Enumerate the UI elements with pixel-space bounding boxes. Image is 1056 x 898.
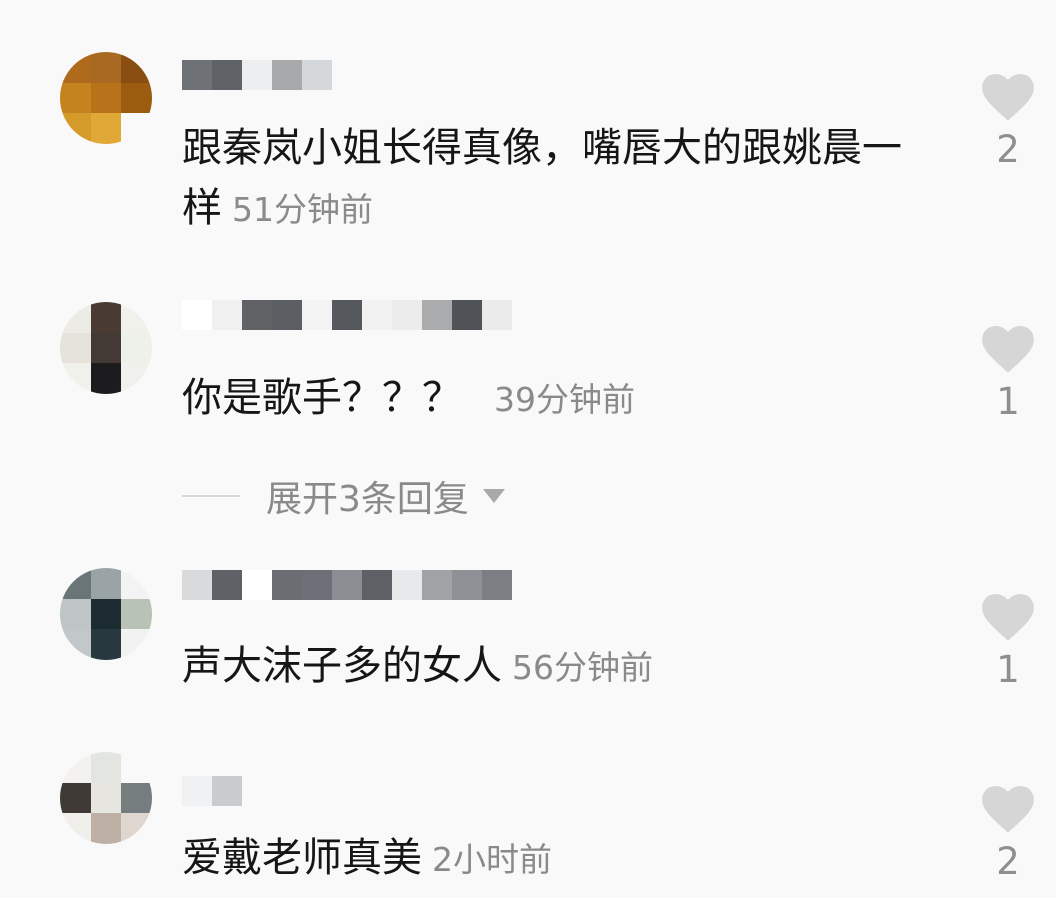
pixel-block [212, 60, 242, 90]
pixel-block [90, 752, 122, 783]
like-count: 2 [996, 840, 1020, 883]
pixel-block [90, 568, 122, 599]
pixel-block [422, 300, 452, 330]
pixel-block [482, 570, 512, 600]
comment-time: 39分钟前 [494, 380, 635, 419]
comment-text: 爱戴老师真美 2小时前 [182, 828, 932, 890]
pixel-block [90, 813, 122, 844]
pixel-block [452, 570, 482, 600]
pixel-block [90, 598, 122, 630]
pixel-block [212, 776, 242, 806]
divider-line [182, 495, 240, 497]
pixel-block [272, 60, 302, 90]
pixel-block [182, 776, 212, 806]
heart-icon[interactable] [981, 72, 1035, 122]
avatar[interactable] [60, 568, 152, 660]
pixel-block [121, 752, 152, 783]
pixel-block [362, 570, 392, 600]
comment-body: 声大沫子多的女人 [182, 643, 502, 689]
pixel-block [212, 570, 242, 600]
caret-down-icon [482, 489, 505, 503]
pixel-block [422, 570, 452, 600]
pixel-block [121, 332, 152, 364]
comment-time: 51分钟前 [232, 190, 373, 229]
heart-icon[interactable] [981, 784, 1035, 834]
pixel-block [272, 570, 302, 600]
pixel-block [121, 82, 152, 114]
pixel-block [90, 82, 122, 114]
avatar[interactable] [60, 752, 152, 844]
expand-replies-button[interactable]: 展开3条回复 [182, 470, 505, 522]
like-count: 1 [996, 380, 1020, 423]
pixel-block [242, 300, 272, 330]
pixel-block [60, 332, 91, 364]
pixel-block [121, 629, 152, 660]
pixel-block [182, 300, 212, 330]
pixel-block [60, 813, 91, 844]
like-button[interactable]: 2 [978, 72, 1038, 171]
pixel-block [121, 598, 152, 630]
pixel-block [121, 813, 152, 844]
comment-body: 你是歌手？？？ [182, 375, 462, 421]
username-pixelated[interactable] [182, 60, 332, 124]
like-count: 2 [996, 128, 1020, 171]
pixel-block [392, 570, 422, 600]
pixel-block [121, 782, 152, 814]
like-count: 1 [996, 648, 1020, 691]
username-pixelated[interactable] [182, 300, 542, 364]
pixel-block [302, 300, 332, 330]
heart-icon[interactable] [981, 592, 1035, 642]
pixel-block [121, 52, 152, 83]
username-pixelated[interactable] [182, 570, 572, 634]
pixel-block [332, 570, 362, 600]
pixel-block [60, 568, 91, 599]
expand-replies-label: 展开3条回复 [266, 479, 469, 520]
pixel-block [121, 302, 152, 333]
pixel-block [60, 52, 91, 83]
pixel-block [121, 568, 152, 599]
pixel-block [90, 332, 122, 364]
pixel-block [60, 82, 91, 114]
pixel-block [302, 570, 332, 600]
pixel-block [212, 300, 242, 330]
pixel-block [182, 60, 212, 90]
pixel-block [452, 300, 482, 330]
comment-body: 爱戴老师真美 [182, 835, 422, 881]
comment-time: 2小时前 [432, 840, 552, 879]
pixel-block [90, 782, 122, 814]
pixel-block [60, 782, 91, 814]
pixel-block [90, 302, 122, 333]
pixel-block [90, 363, 122, 394]
pixel-block [90, 52, 122, 83]
pixel-block [121, 113, 152, 144]
pixel-block [90, 113, 122, 144]
pixel-block [332, 300, 362, 330]
pixel-block [182, 570, 212, 600]
pixel-block [60, 629, 91, 660]
pixel-block [90, 629, 122, 660]
pixel-block [242, 60, 272, 90]
pixel-block [302, 60, 332, 90]
pixel-block [60, 752, 91, 783]
comment-text: 跟秦岚小姐长得真像，嘴唇大的跟姚晨一样 51分钟前 [182, 118, 932, 240]
pixel-block [362, 300, 392, 330]
pixel-block [60, 363, 91, 394]
comment-text: 声大沫子多的女人 56分钟前 [182, 636, 932, 698]
avatar[interactable] [60, 302, 152, 394]
pixel-block [60, 302, 91, 333]
like-button[interactable]: 2 [978, 784, 1038, 883]
avatar[interactable] [60, 52, 152, 144]
pixel-block [121, 363, 152, 394]
pixel-block [482, 300, 512, 330]
pixel-block [392, 300, 422, 330]
pixel-block [272, 300, 302, 330]
pixel-block [242, 570, 272, 600]
pixel-block [60, 113, 91, 144]
like-button[interactable]: 1 [978, 324, 1038, 423]
comment-time: 56分钟前 [512, 648, 653, 687]
like-button[interactable]: 1 [978, 592, 1038, 691]
pixel-block [60, 598, 91, 630]
comment-text: 你是歌手？？？ 39分钟前 [182, 368, 932, 430]
heart-icon[interactable] [981, 324, 1035, 374]
